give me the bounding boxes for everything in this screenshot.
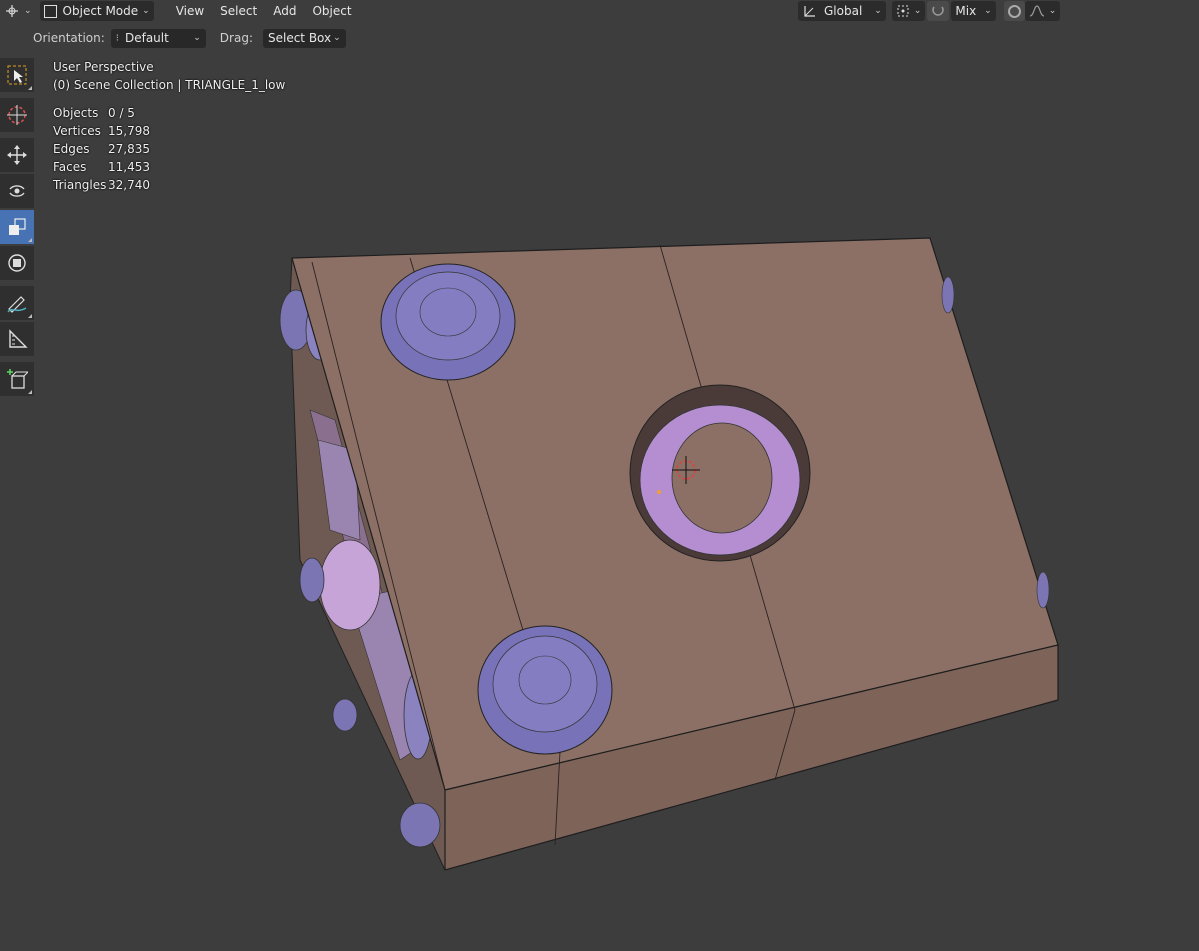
stat-value: 27,835 xyxy=(108,142,150,156)
view-name: User Perspective xyxy=(53,60,154,74)
model-bump-right-top xyxy=(941,276,955,314)
model-disc-top xyxy=(380,263,516,381)
select-box-tool-icon xyxy=(7,65,27,85)
stat-key: Faces xyxy=(53,160,87,174)
stat-row: Triangles 32,740 xyxy=(53,176,285,194)
tool-move[interactable] xyxy=(0,138,34,172)
annotate-tool-icon xyxy=(7,296,27,313)
menu-view[interactable]: View xyxy=(168,1,212,21)
snap-toggle[interactable] xyxy=(927,1,950,21)
chevron-down-icon: ⌄ xyxy=(24,6,32,16)
add-cube-tool-icon xyxy=(7,369,28,389)
editor-type-button[interactable]: ⌄ xyxy=(0,1,36,21)
stat-key: Vertices xyxy=(53,124,101,138)
viewport-header: ⌄ Object Mode ⌄ View Select Add Object G… xyxy=(0,0,1199,22)
snap-magnet-icon xyxy=(932,6,945,16)
viewport-editor-icon xyxy=(6,5,18,17)
orientation-axis-icon: ⁝ xyxy=(115,32,119,44)
model-disc-bottom xyxy=(477,625,613,755)
tool-cursor[interactable] xyxy=(0,98,34,132)
model-center-hole xyxy=(629,384,811,562)
chevron-down-icon: ⌄ xyxy=(193,33,201,43)
axis-orientation-icon xyxy=(804,6,815,17)
falloff-dropdown[interactable]: ⌄ xyxy=(1024,1,1061,21)
stat-row: Faces 11,453 xyxy=(53,158,285,176)
tool-annotate[interactable] xyxy=(0,286,34,320)
stat-value: 15,798 xyxy=(108,124,150,138)
cursor-tool-icon xyxy=(7,105,27,125)
mode-label: Object Mode xyxy=(62,4,139,18)
drag-value: Select Box xyxy=(267,31,332,45)
viewport-info-overlay: User Perspective (0) Scene Collection | … xyxy=(53,58,285,194)
tool-options-corner-icon xyxy=(28,314,32,318)
drag-dropdown[interactable]: Select Box ⌄ xyxy=(262,28,346,48)
tool-options-corner-icon xyxy=(28,86,32,90)
orientation-label: Orientation: xyxy=(33,31,105,45)
proportional-editing-icon xyxy=(1007,4,1021,18)
tool-transform[interactable] xyxy=(0,246,34,280)
stat-value: 0 / 5 xyxy=(108,106,135,120)
falloff-curve-icon xyxy=(1029,5,1044,17)
rotate-tool-icon xyxy=(9,185,25,197)
tool-scale[interactable] xyxy=(0,210,34,244)
snap-mode-label: Mix xyxy=(955,4,977,18)
tool-shelf xyxy=(0,58,36,398)
chevron-down-icon: ⌄ xyxy=(333,33,341,43)
tool-add-cube[interactable] xyxy=(0,362,34,396)
stat-row: Objects 0 / 5 xyxy=(53,104,285,122)
chevron-down-icon: ⌄ xyxy=(142,6,150,16)
drag-label: Drag: xyxy=(219,31,253,45)
proportional-editing-toggle[interactable] xyxy=(1003,1,1025,21)
tool-options-corner-icon xyxy=(28,390,32,394)
orientation-dropdown[interactable]: ⁝ Default ⌄ xyxy=(110,28,206,48)
tool-options-corner-icon xyxy=(28,238,32,242)
menu-object[interactable]: Object xyxy=(304,1,359,21)
model-bump-right-bottom xyxy=(1036,571,1050,609)
transform-orientation-label: Global xyxy=(824,4,863,18)
measure-tool-icon xyxy=(9,329,28,348)
tool-select-box[interactable] xyxy=(0,58,34,92)
orientation-value: Default xyxy=(124,31,169,45)
move-tool-icon xyxy=(7,145,27,165)
object-mode-icon xyxy=(43,4,57,18)
scene-statistics: Objects 0 / 5 Vertices 15,798 Edges 27,8… xyxy=(53,104,285,194)
menu-select[interactable]: Select xyxy=(212,1,265,21)
collection-name: (0) Scene Collection | TRIANGLE_1_low xyxy=(53,78,286,92)
stat-key: Edges xyxy=(53,142,90,156)
stat-value: 32,740 xyxy=(108,178,150,192)
menu-add[interactable]: Add xyxy=(265,1,304,21)
pivot-point-dropdown[interactable]: ⌄ xyxy=(891,1,926,21)
transform-tool-icon xyxy=(8,254,26,272)
transform-orientation-dropdown[interactable]: Global ⌄ xyxy=(798,1,886,21)
mode-selector[interactable]: Object Mode ⌄ xyxy=(39,1,154,21)
stat-row: Vertices 15,798 xyxy=(53,122,285,140)
chevron-down-icon: ⌄ xyxy=(1048,6,1057,16)
origin-point-icon xyxy=(657,490,661,494)
chevron-down-icon: ⌄ xyxy=(874,6,882,16)
chevron-down-icon: ⌄ xyxy=(984,6,992,16)
stat-row: Edges 27,835 xyxy=(53,140,285,158)
chevron-down-icon: ⌄ xyxy=(913,6,922,16)
tool-settings-bar: Orientation: ⁝ Default ⌄ Drag: Select Bo… xyxy=(0,26,346,50)
stat-key: Objects xyxy=(53,106,99,120)
scale-tool-icon xyxy=(9,218,26,235)
tool-measure[interactable] xyxy=(0,322,34,356)
stat-key: Triangles xyxy=(53,178,107,192)
stat-value: 11,453 xyxy=(108,160,150,174)
snap-mode-dropdown[interactable]: Mix ⌄ xyxy=(951,1,996,21)
tool-rotate[interactable] xyxy=(0,174,34,208)
pivot-point-icon xyxy=(897,5,909,17)
